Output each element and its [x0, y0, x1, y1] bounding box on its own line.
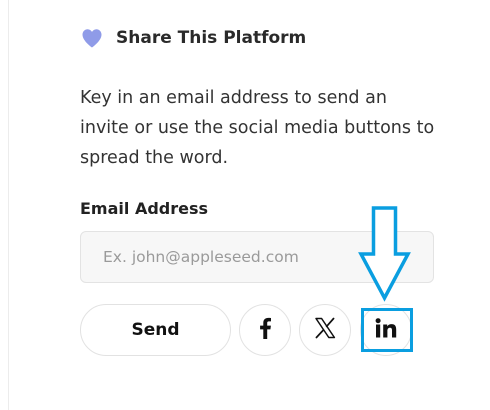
linkedin-icon: [375, 318, 397, 342]
share-panel: Share This Platform Key in an email addr…: [0, 0, 490, 410]
email-label: Email Address: [80, 199, 209, 218]
panel-divider: [8, 0, 9, 410]
share-header: Share This Platform: [80, 26, 306, 50]
x-icon: [314, 317, 336, 343]
share-title: Share This Platform: [116, 28, 307, 48]
facebook-share-button[interactable]: [239, 304, 291, 356]
heart-icon: [80, 26, 104, 50]
send-button[interactable]: Send: [80, 304, 231, 356]
email-field[interactable]: [80, 231, 434, 283]
share-description: Key in an email address to send an invit…: [80, 88, 435, 168]
linkedin-share-button[interactable]: [360, 304, 412, 356]
x-share-button[interactable]: [299, 304, 351, 356]
facebook-icon: [258, 317, 272, 343]
